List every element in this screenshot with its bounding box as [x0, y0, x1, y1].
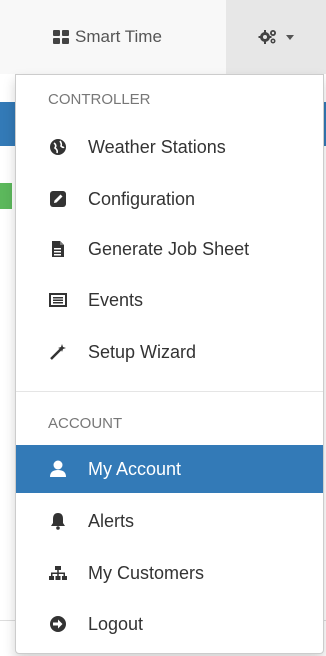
- menu-item-weather-stations[interactable]: Weather Stations: [16, 123, 323, 171]
- file-icon: [47, 238, 69, 260]
- menu-item-my-customers[interactable]: My Customers: [16, 549, 323, 597]
- menu-item-my-account[interactable]: My Account: [16, 445, 323, 493]
- menu-item-configuration[interactable]: Configuration: [16, 175, 323, 223]
- menu-item-logout[interactable]: Logout: [16, 600, 323, 648]
- page: Smart Time CONTROLLER Weather Stations C…: [0, 0, 326, 656]
- menu-item-generate-job-sheet[interactable]: Generate Job Sheet: [16, 225, 323, 273]
- controller-section-header: CONTROLLER: [48, 91, 151, 108]
- menu-item-events[interactable]: Events: [16, 276, 323, 324]
- th-large-icon: [53, 30, 69, 44]
- account-section-header: ACCOUNT: [48, 415, 123, 432]
- menu-item-label: Alerts: [88, 510, 135, 531]
- background-status-badge: [0, 183, 12, 209]
- menu-item-label: My Account: [88, 458, 182, 479]
- smart-time-label: Smart Time: [75, 27, 162, 46]
- menu-item-label: Weather Stations: [88, 136, 226, 157]
- user-icon: [47, 458, 69, 480]
- menu-item-label: Configuration: [88, 188, 196, 209]
- settings-dropdown-menu: CONTROLLER Weather Stations Configuratio…: [15, 74, 324, 654]
- menu-divider: [16, 391, 323, 392]
- menu-item-label: Events: [88, 289, 144, 310]
- gears-icon: [258, 30, 276, 44]
- chevron-down-icon: [286, 34, 294, 40]
- navbar: Smart Time: [0, 0, 326, 74]
- smart-time-nav-link[interactable]: Smart Time: [41, 0, 226, 74]
- bell-icon: [47, 510, 69, 532]
- menu-item-setup-wizard[interactable]: Setup Wizard: [16, 328, 323, 376]
- menu-item-label: Logout: [88, 613, 144, 634]
- sitemap-icon: [47, 562, 69, 584]
- menu-item-alerts[interactable]: Alerts: [16, 497, 323, 545]
- magic-wand-icon: [47, 341, 69, 363]
- list-icon: [47, 289, 69, 311]
- menu-item-label: Setup Wizard: [88, 341, 197, 362]
- circle-arrow-right-icon: [47, 613, 69, 635]
- menu-item-label: My Customers: [88, 562, 205, 583]
- menu-item-label: Generate Job Sheet: [88, 238, 250, 259]
- globe-icon: [47, 136, 69, 158]
- edit-icon: [47, 188, 69, 210]
- settings-dropdown-toggle[interactable]: [226, 0, 326, 74]
